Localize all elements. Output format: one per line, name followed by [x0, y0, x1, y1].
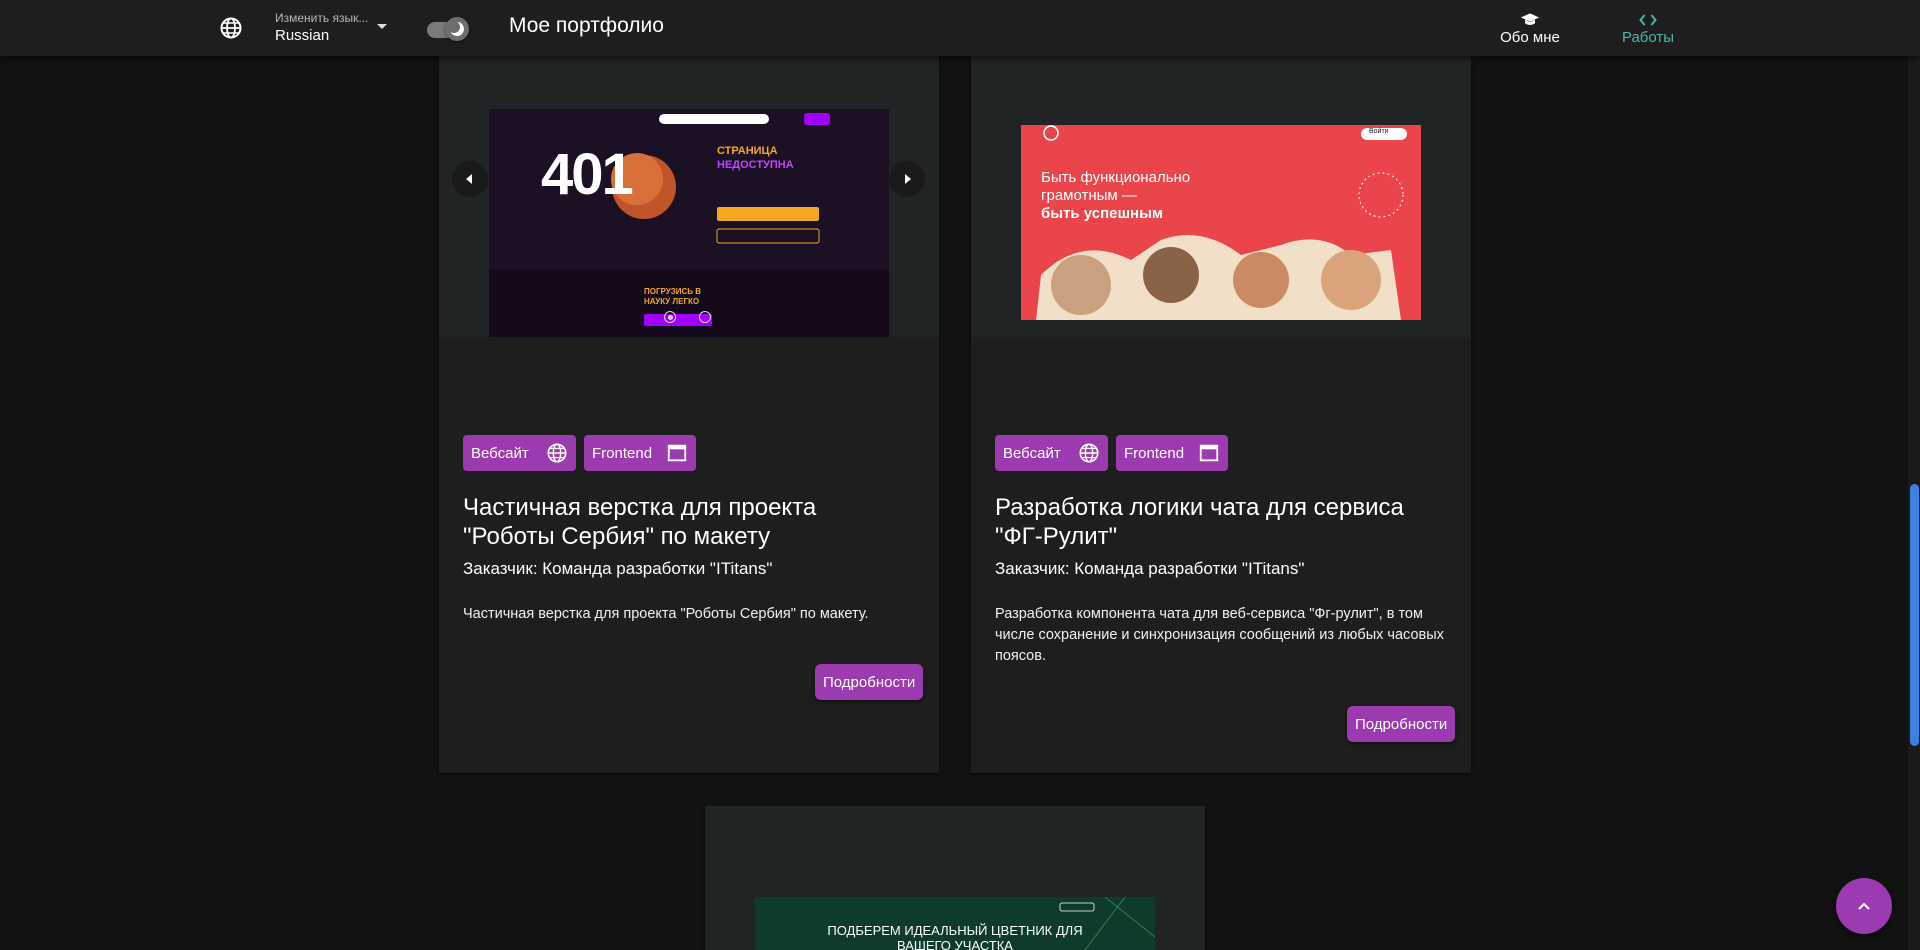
chevron-left-icon: [466, 174, 472, 184]
project-description: Разработка компонента чата для веб-серви…: [995, 606, 1444, 664]
scroll-to-top-button[interactable]: [1836, 878, 1892, 934]
language-select-value: Russian: [275, 27, 330, 44]
carousel-dot-2[interactable]: [699, 311, 711, 323]
project-description: Частичная верстка для проекта "Роботы Се…: [463, 606, 869, 622]
project-card: 401 СТРАНИЦА НЕДОСТУПНА ПОГРУЗИСЬ В НАУК…: [439, 0, 939, 773]
chevron-right-icon: [905, 174, 911, 184]
theme-toggle-thumb: [445, 17, 469, 41]
project-client: Заказчик: Команда разработки "ITitans": [463, 559, 773, 578]
preview-line2: грамотным —: [1041, 187, 1137, 204]
code-icon: [1639, 14, 1657, 26]
carousel-prev-button[interactable]: [452, 161, 488, 197]
preview-heading-line2: НЕДОСТУПНА: [717, 159, 794, 171]
preview-promo-line2: НАУКУ ЛЕГКО: [644, 297, 700, 306]
nav-works[interactable]: Работы: [1608, 11, 1688, 47]
project-preview-image: Быть функционально грамотным — быть успе…: [1021, 125, 1421, 320]
project-card: ПОДБЕРЕМ ИДЕАЛЬНЫЙ ЦВЕТНИК ДЛЯ ВАШЕГО УЧ…: [705, 806, 1205, 950]
tag-website[interactable]: Вебсайт: [463, 435, 576, 471]
preview-headline-line2: ВАШЕГО УЧАСТКА: [897, 938, 1013, 950]
chevron-up-icon: [1858, 902, 1870, 910]
carousel-next-button[interactable]: [889, 161, 925, 197]
graduation-cap-icon: [1520, 13, 1540, 25]
project-title: Частичная верстка для проекта "Роботы Се…: [463, 494, 817, 550]
tag-website[interactable]: Вебсайт: [995, 435, 1108, 471]
window-icon: [667, 444, 687, 462]
nav-works-label: Работы: [1621, 29, 1675, 46]
project-card: Быть функционально грамотным — быть успе…: [971, 0, 1471, 773]
details-button[interactable]: Подробности: [815, 664, 924, 700]
globe-icon: [547, 443, 567, 463]
preview-big-number: 401: [541, 142, 634, 207]
project-preview-image: ПОДБЕРЕМ ИДЕАЛЬНЫЙ ЦВЕТНИК ДЛЯ ВАШЕГО УЧ…: [755, 897, 1155, 950]
app-header: Изменить язык... Russian Мое портфолио О…: [0, 0, 1920, 56]
nav-about-label: Обо мне: [1500, 29, 1560, 46]
tag-frontend[interactable]: Frontend: [1116, 435, 1228, 471]
preview-promo-line1: ПОГРУЗИСЬ В: [644, 287, 702, 296]
preview-line3: быть успешным: [1041, 205, 1163, 222]
tag-frontend-label: Frontend: [592, 444, 653, 462]
nav-about[interactable]: Обо мне: [1490, 11, 1570, 47]
page-title: Мое портфолио: [509, 14, 664, 37]
page-scrollbar[interactable]: [1908, 0, 1920, 950]
theme-toggle[interactable]: [425, 17, 469, 41]
globe-icon[interactable]: [219, 16, 243, 40]
carousel-dot-1[interactable]: [664, 311, 676, 323]
tag-website-label: Вебсайт: [471, 444, 529, 462]
language-select[interactable]: Изменить язык... Russian: [275, 11, 368, 45]
moon-icon: [448, 21, 464, 36]
chevron-down-icon[interactable]: [377, 24, 387, 29]
tag-frontend[interactable]: Frontend: [584, 435, 696, 471]
tag-frontend-label: Frontend: [1124, 444, 1185, 462]
preview-headline-line1: ПОДБЕРЕМ ИДЕАЛЬНЫЙ ЦВЕТНИК ДЛЯ: [827, 923, 1083, 938]
page-scrollbar-thumb[interactable]: [1910, 484, 1919, 746]
preview-heading-line1: СТРАНИЦА: [717, 145, 778, 157]
project-client: Заказчик: Команда разработки "ITitans": [995, 559, 1305, 578]
language-select-label: Изменить язык...: [275, 11, 369, 25]
window-icon: [1199, 444, 1219, 462]
preview-line1: Быть функционально: [1041, 169, 1191, 186]
details-button[interactable]: Подробности: [1347, 706, 1456, 742]
tag-list: Вебсайт Frontend: [995, 435, 1228, 471]
project-preview-image: 401 СТРАНИЦА НЕДОСТУПНА ПОГРУЗИСЬ В НАУК…: [489, 109, 889, 337]
tag-website-label: Вебсайт: [1003, 444, 1061, 462]
preview-login-button: Войти: [1369, 128, 1389, 135]
project-title: Разработка логики чата для сервиса "ФГ-Р…: [995, 494, 1404, 550]
globe-icon: [1079, 443, 1099, 463]
preview-art: [1021, 125, 1421, 320]
tag-list: Вебсайт Frontend: [463, 435, 696, 471]
